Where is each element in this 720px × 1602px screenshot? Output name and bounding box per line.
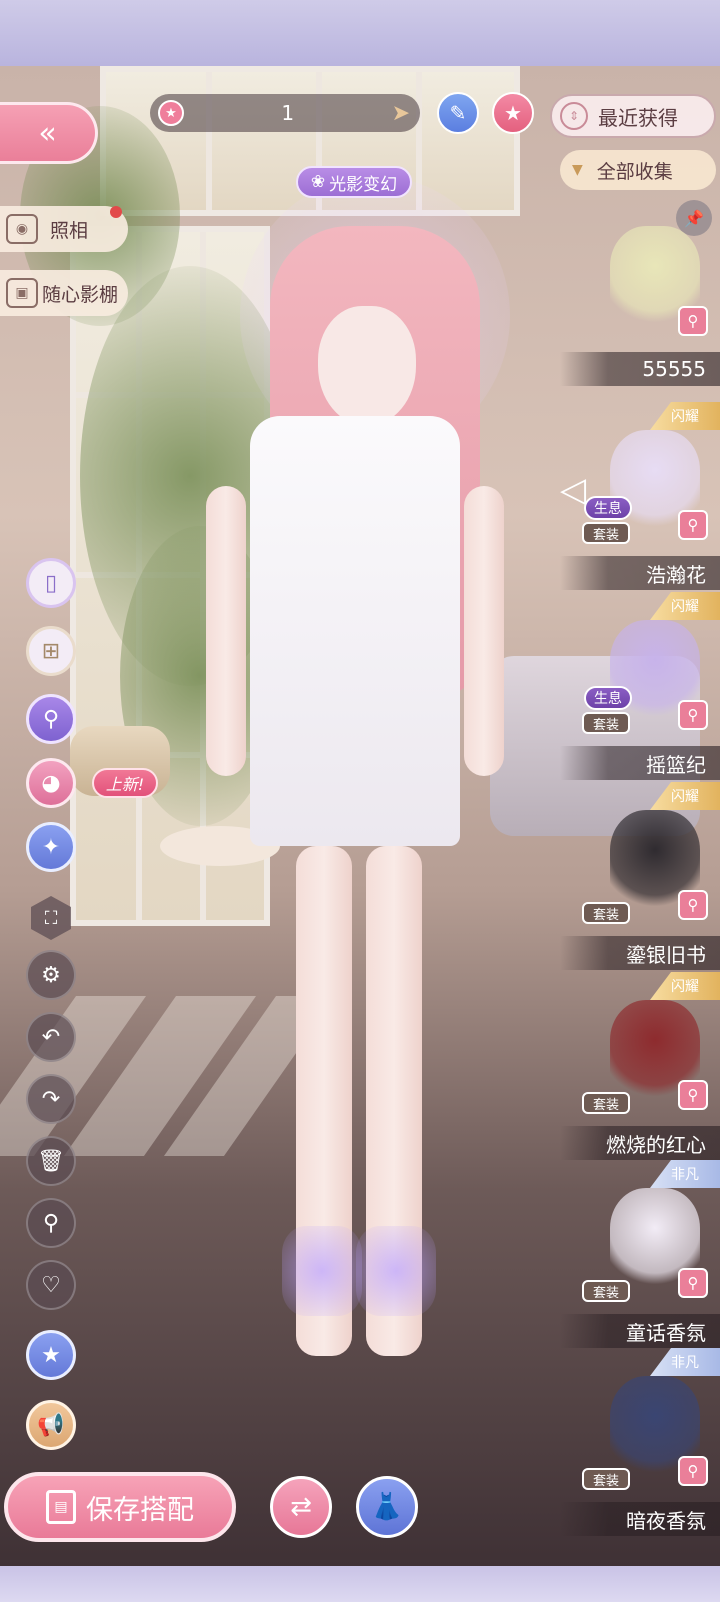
item-name: 暗夜香氛 [560,1502,720,1536]
item-zoom-icon[interactable]: ⚲ [678,890,708,920]
save-label: 保存搭配 [86,1494,194,1526]
star-badge-icon: ★ [41,1342,61,1368]
character-left-arm [206,486,246,776]
studio-label: 随心影棚 [42,283,119,306]
new-badge: 上新! [92,768,158,798]
trash-icon: 🗑 [37,1148,65,1174]
megaphone-icon: 📢 [37,1412,65,1438]
zoom-button[interactable]: ⚲ [26,1198,76,1248]
undo-button[interactable]: ↶ [26,1012,76,1062]
item-zoom-icon[interactable]: ⚲ [678,510,708,540]
item-zoom-icon[interactable]: ⚲ [678,306,708,336]
butterfly-icon: ❀ [310,172,326,192]
item-name: 浩瀚花 [560,556,720,590]
item-suit-tag: 套装 [582,902,630,924]
wardrobe-button[interactable]: 👗 [356,1476,418,1538]
item-suit-tag: 套装 [582,1092,630,1114]
star-icon: ★ [158,100,184,126]
collection-button[interactable]: ★ [26,1330,76,1380]
item-life-tag: 生息 [584,496,632,520]
item-zoom-icon[interactable]: ⚲ [678,1268,708,1298]
item-suit-tag: 套装 [582,1468,630,1490]
redo-button[interactable]: ↷ [26,1074,76,1124]
item-card[interactable]: 非凡 套装 ⚲ 暗夜香氛 [560,1348,720,1536]
box-icon: ▣ [6,278,38,308]
character-right-arm [464,486,504,776]
heart-icon: ♡ [41,1272,61,1298]
filter-label: 全部收集 [596,160,673,183]
item-card[interactable]: 闪耀 套装 ⚲ 燃烧的红心 [560,972,720,1160]
palette-button[interactable]: ◕ [26,758,76,808]
expand-icon: ⛶ [44,907,58,929]
item-name: 童话香氛 [560,1314,720,1348]
triangle-down-icon: ▼ [572,162,583,178]
item-name: 55555 [560,352,720,386]
add-layer-button[interactable]: ⊞ [26,626,76,676]
filter-dropdown[interactable]: ▼ 全部收集 [560,150,716,190]
add-layer-icon: ⊞ [41,638,61,664]
sparkle-star-icon: ✦ [41,834,61,860]
effect-label: 光影变幻 [329,174,398,195]
item-zoom-icon[interactable]: ⚲ [678,1456,708,1486]
edit-button[interactable]: ✎ [437,92,479,134]
item-life-tag: 生息 [584,686,632,710]
item-name: 摇篮纪 [560,746,720,780]
sort-icon: ⇕ [560,102,588,130]
item-zoom-icon[interactable]: ⚲ [678,1080,708,1110]
top-frame [0,0,720,66]
studio-button[interactable]: ▣ 随心影棚 [0,270,128,316]
undo-icon: ↶ [41,1024,61,1050]
item-card[interactable]: ⚲ 55555 [560,206,720,386]
favorite-button[interactable]: ★ [492,92,534,134]
item-suit-tag: 套装 [582,1280,630,1302]
page-selector[interactable]: ★ 1 ➤ [150,94,420,132]
phone-tool-button[interactable]: ▯ [26,558,76,608]
search-filter-icon: ⚲ [42,706,60,732]
item-card[interactable]: 非凡 套装 ⚲ 童话香氛 [560,1160,720,1348]
sort-label: 最近获得 [598,105,678,130]
item-name: 燃烧的红心 [560,1126,720,1160]
swap-button[interactable]: ⇄ [270,1476,332,1538]
bottom-frame [0,1566,720,1602]
back-button[interactable]: « [0,102,98,164]
photo-button[interactable]: ◉ 照相 [0,206,128,252]
announce-button[interactable]: 📢 [26,1400,76,1450]
like-button[interactable]: ♡ [26,1260,76,1310]
page-number: 1 [281,101,295,125]
phone-icon: ▯ [44,570,58,596]
item-name: 鎏银旧书 [560,936,720,970]
photo-label: 照相 [50,219,89,242]
palette-icon: ◕ [41,770,61,796]
character-face [318,306,416,426]
magic-button[interactable]: ✦ [26,822,76,872]
notification-dot [110,206,122,218]
item-suit-tag: 套装 [582,522,630,544]
camera-icon: ◉ [6,214,38,244]
search-icon: ⚲ [42,1210,60,1236]
item-zoom-icon[interactable]: ⚲ [678,700,708,730]
delete-button[interactable]: 🗑 [26,1136,76,1186]
swap-icon: ⇄ [290,1492,312,1522]
settings-button[interactable]: ⚙ [26,950,76,1000]
save-outfit-button[interactable]: ▤ 保存搭配 [4,1472,236,1542]
redo-icon: ↷ [41,1086,61,1112]
double-chevron-left-icon: « [38,115,57,151]
character-dress [250,416,460,846]
star-icon: ★ [504,101,522,125]
gear-icon: ⚙ [41,962,61,988]
dress-icon: 👗 [370,1492,404,1522]
next-arrow-icon[interactable]: ➤ [392,101,410,126]
item-card[interactable]: 闪耀 套装 ⚲ 鎏银旧书 [560,782,720,970]
sort-dropdown[interactable]: ⇕ 最近获得 [550,94,716,138]
item-card[interactable]: 闪耀 生息 套装 ⚲ 浩瀚花 [560,402,720,590]
pencil-icon: ✎ [449,101,467,125]
item-suit-tag: 套装 [582,712,630,734]
item-card[interactable]: 闪耀 生息 套装 ⚲ 摇篮纪 [560,592,720,780]
search-filter-button[interactable]: ⚲ [26,694,76,744]
outfit-card-icon: ▤ [46,1490,76,1524]
effect-badge[interactable]: ❀ 光影变幻 [296,166,412,198]
